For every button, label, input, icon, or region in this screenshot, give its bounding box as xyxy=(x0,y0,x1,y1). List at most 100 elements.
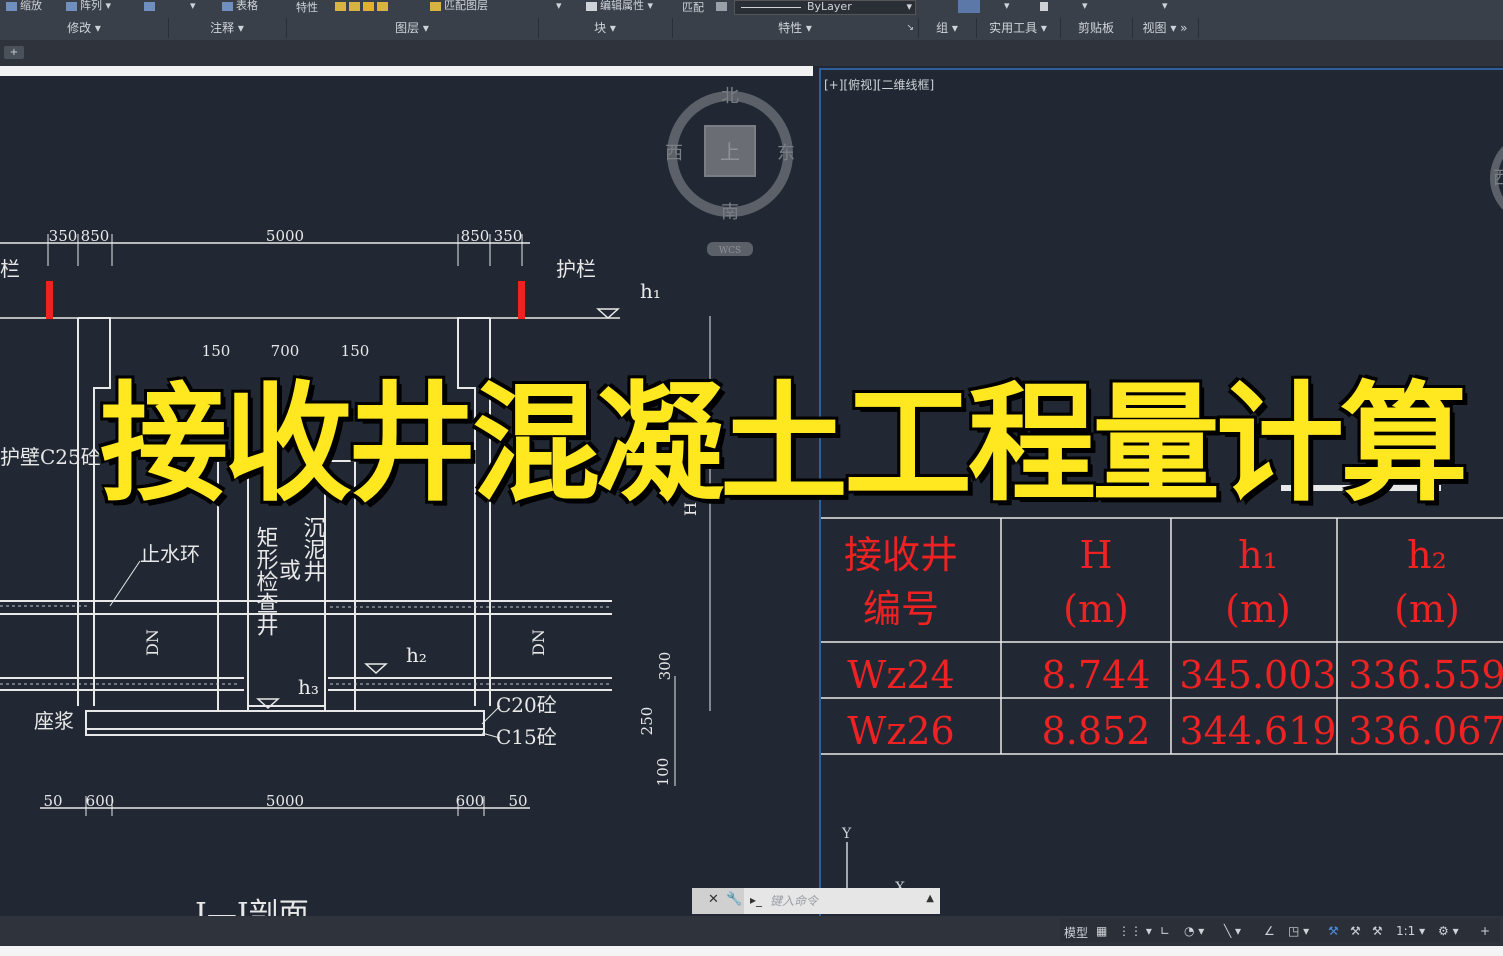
array-tool[interactable]: 阵列 ▾ xyxy=(66,0,111,14)
linetype-icon xyxy=(716,1,727,11)
line-sample xyxy=(741,6,801,8)
selection-icon[interactable]: ◳ ▾ xyxy=(1288,924,1309,938)
annotation-scale-icon[interactable]: ⚒ xyxy=(1350,924,1361,938)
snap-icon[interactable]: ⋮⋮ ▾ xyxy=(1118,924,1152,938)
panel-annotate[interactable]: 注释 ▾ xyxy=(168,18,287,38)
panel-group[interactable]: 组 ▾ xyxy=(918,18,977,38)
cell-r1-id: Wz24 xyxy=(847,653,954,697)
utility-dropdown[interactable]: ▾ xyxy=(1004,0,1010,14)
viewcube-right-west: 西 xyxy=(1493,168,1503,189)
table-tool[interactable]: 表格 xyxy=(222,0,258,14)
dim-bottom-5000: 5000 xyxy=(266,792,304,810)
close-icon[interactable]: ✕ xyxy=(708,892,719,907)
cell-r1-h1: 345.003 xyxy=(1179,653,1336,697)
panel-clipboard[interactable]: 剪贴板 xyxy=(1060,18,1133,38)
group-icon[interactable] xyxy=(958,0,980,13)
wrench-icon[interactable]: 🔧 xyxy=(726,892,742,907)
osnap-icon[interactable]: ╲ ▾ xyxy=(1224,924,1241,938)
viewcube-top-label: 上 xyxy=(720,140,740,164)
file-tab-bar: + xyxy=(0,40,1503,66)
match-properties[interactable]: 匹配 xyxy=(682,2,704,16)
header-H-unit: (m) xyxy=(1063,587,1129,631)
label-c15: C15砼 xyxy=(496,725,557,749)
gear-icon[interactable]: ⚙ ▾ xyxy=(1438,924,1459,938)
label-h3: h₃ xyxy=(298,675,319,699)
label-well-left: 矩形检查井 xyxy=(253,526,279,636)
viewcube-south: 南 xyxy=(721,202,739,223)
model-space-button[interactable]: 模型 xyxy=(1064,924,1088,941)
linetype-select[interactable]: ByLayer ▾ xyxy=(734,0,916,15)
view-dropdown[interactable]: ▾ xyxy=(1162,0,1168,14)
command-prompt-icon[interactable]: ▸_ xyxy=(750,893,762,907)
ucs-y: Y xyxy=(841,826,852,842)
label-dn-right: DN xyxy=(529,629,548,656)
layer-properties[interactable]: 特性 xyxy=(296,2,318,16)
annotation-auto-icon[interactable]: ⚒ xyxy=(1372,924,1383,938)
label-section: I—I剖面 xyxy=(195,897,309,916)
panel-layers[interactable]: 图层 ▾ xyxy=(286,18,539,38)
clipboard-glyph xyxy=(1040,1,1048,11)
ortho-icon[interactable]: ∟ xyxy=(1160,924,1170,938)
array-icon xyxy=(66,1,77,11)
command-line-grip[interactable]: ✕ 🔧 xyxy=(692,888,744,914)
layer-icon xyxy=(377,1,388,11)
misc-icon xyxy=(144,1,155,11)
panel-utilities[interactable]: 实用工具 ▾ xyxy=(976,18,1061,38)
ribbon: 缩放 阵列 ▾ ▾ 表格 特性 匹配图层 ▾ 编辑属性 ▾ 匹配 ByLayer… xyxy=(0,0,1503,41)
viewcube-north: 北 xyxy=(721,86,739,107)
cell-r2-h2: 336.067 xyxy=(1348,709,1503,753)
command-input[interactable]: 键入命令 xyxy=(770,891,920,911)
dim-inner-700: 700 xyxy=(271,342,300,360)
guardrail-post-right xyxy=(518,281,525,319)
zoom-tool[interactable]: 缩放 xyxy=(6,0,42,14)
dim-right-300: 300 xyxy=(656,652,674,681)
header-well-id-line1: 接收井 xyxy=(844,533,958,577)
dim-bottom-600-right: 600 xyxy=(456,792,485,810)
dim-bottom-50-right: 50 xyxy=(508,792,527,810)
match-layer[interactable]: 匹配图层 xyxy=(430,0,488,14)
viewcube-west: 西 xyxy=(665,143,683,164)
clipboard-dropdown[interactable]: ▾ xyxy=(1082,0,1088,14)
cell-r2-h1: 344.619 xyxy=(1179,709,1336,753)
label-h2: h₂ xyxy=(406,643,427,667)
new-tab-button[interactable]: + xyxy=(4,46,24,59)
label-mortar: 座浆 xyxy=(34,709,74,733)
chevron-up-icon[interactable]: ▲ xyxy=(926,893,934,904)
dim-top-350-right: 350 xyxy=(494,227,523,245)
panel-modify[interactable]: 修改 ▾ xyxy=(0,18,169,38)
dim-bottom-50-left: 50 xyxy=(43,792,62,810)
cell-r2-H: 8.852 xyxy=(1042,709,1151,753)
chevron-down-icon: ▾ xyxy=(906,0,912,13)
header-h1-unit: (m) xyxy=(1225,587,1291,631)
annotation-visibility-icon[interactable]: ⚒ xyxy=(1328,924,1339,938)
dim-top-850-right: 850 xyxy=(461,227,490,245)
clipboard-icon[interactable] xyxy=(1040,0,1051,14)
dim-top-850-left: 850 xyxy=(81,227,110,245)
label-guardrail-right: 护栏 xyxy=(556,257,596,281)
angle-icon[interactable]: ∠ xyxy=(1264,924,1275,938)
annot-dropdown[interactable]: ▾ xyxy=(190,0,196,14)
label-c20: C20砼 xyxy=(496,693,557,717)
overlay-title: 接收井混凝土工程量计算 xyxy=(99,369,1470,521)
dim-right-250: 250 xyxy=(638,707,656,736)
label-waterstop: 止水环 xyxy=(140,542,200,566)
command-line[interactable]: ✕ 🔧 ▸_ 键入命令 ▲ xyxy=(692,888,940,914)
scale-select[interactable]: 1:1 ▾ xyxy=(1396,924,1425,938)
bottom-strip xyxy=(0,946,1503,956)
cell-r2-id: Wz26 xyxy=(847,709,954,753)
viewcube-wcs: WCS xyxy=(719,246,741,256)
dim-right-100: 100 xyxy=(654,758,672,787)
panel-view[interactable]: 视图 ▾ » xyxy=(1132,18,1199,38)
match-layer-icon xyxy=(430,1,441,11)
ucs-icon xyxy=(846,842,891,893)
layer-icon xyxy=(349,1,360,11)
grid-icon[interactable]: ▦ xyxy=(1096,924,1107,938)
polar-icon[interactable]: ◔ ▾ xyxy=(1184,924,1204,938)
edit-attribute[interactable]: 编辑属性 ▾ xyxy=(586,0,653,14)
plus-icon[interactable]: + xyxy=(1480,924,1490,938)
misc-tool[interactable] xyxy=(144,0,158,14)
panel-properties[interactable]: 特性 ▾ ↘ xyxy=(672,18,919,38)
block-dropdown[interactable]: ▾ xyxy=(556,0,562,14)
panel-block[interactable]: 块 ▾ xyxy=(538,18,673,38)
layer-icons[interactable] xyxy=(335,0,391,14)
